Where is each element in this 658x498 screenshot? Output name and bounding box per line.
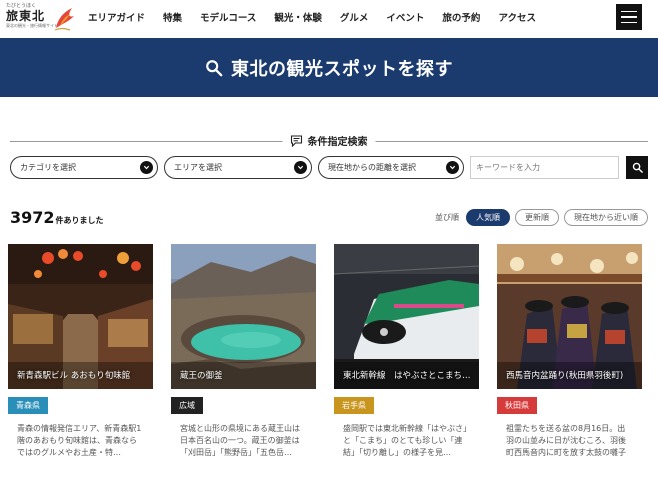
spot-description: 盛岡駅では東北新幹線「はやぶさ」と「こまち」のとても珍しい「連結」「切り離し」の… [343,424,467,457]
sort-popular-button[interactable]: 人気順 [466,208,510,226]
hero-banner: 東北の観光スポットを探す [0,38,658,97]
market-hall-photo [8,244,153,389]
sort-label: 並び順 [435,212,459,222]
site-logo[interactable]: たびとうほく 旅東北 東北の観光・旅行情報サイト [0,0,78,38]
phoenix-logo-icon [54,8,74,31]
spot-image[interactable]: 新青森駅ビル あおもり旬味館 [8,244,153,389]
spot-card[interactable]: 新青森駅ビル あおもり旬味館 青森県 青森の情報発信エリア、新青森駅1階のあおも… [8,244,153,459]
area-select-value: エリアを選択 [174,163,222,172]
prefecture-tag[interactable]: 青森県 [8,397,48,414]
spot-card-list: 新青森駅ビル あおもり旬味館 青森県 青森の情報発信エリア、新青森駅1階のあおも… [0,244,658,459]
spot-caption: 西馬音内盆踊り(秋田県羽後町) [506,371,624,381]
crater-lake-photo [171,244,316,389]
category-select[interactable]: カテゴリを選択 [10,156,158,179]
filter-section-header: 条件指定検索 [0,133,658,149]
spot-card[interactable]: 東北新幹線 はやぶさとこまち… 岩手県 盛岡駅では東北新幹線「はやぶさ」と「こま… [334,244,479,459]
spot-image[interactable]: 東北新幹線 はやぶさとこまち… [334,244,479,389]
chevron-down-icon [140,161,153,174]
filter-title: 条件指定検索 [282,133,376,148]
hamburger-line [621,10,637,13]
prefecture-tag[interactable]: 秋田県 [497,397,537,414]
nav-sightseeing[interactable]: 観光・体験 [265,0,331,38]
nav-model-course[interactable]: モデルコース [191,0,265,38]
sort-updated-button[interactable]: 更新順 [515,208,559,226]
filter-controls: カテゴリを選択 エリアを選択 現在地からの距離を選択 [0,156,658,179]
hamburger-line [621,16,637,18]
spot-image[interactable]: 蔵王の御釜 [171,244,316,389]
keyword-input[interactable] [470,156,619,179]
spot-description: 宮城と山形の県境にある蔵王山は日本百名山の一つ。蔵王の御釜は「刈田岳」「熊野岳」… [180,424,300,457]
spot-caption: 蔵王の御釜 [180,371,223,381]
page-title: 東北の観光スポットを探す [231,58,453,80]
distance-select[interactable]: 現在地からの距離を選択 [318,156,464,179]
result-count-suffix: 件ありました [55,215,104,225]
search-icon [206,59,223,76]
spot-description: 青森の情報発信エリア、新青森駅1階のあおもり旬味館は、青森ならではのグルメやお土… [17,424,142,457]
hamburger-line [621,21,637,24]
chevron-down-icon [446,161,459,174]
search-icon [632,162,643,173]
sort-nearby-button[interactable]: 現在地から近い順 [564,208,648,226]
global-nav: エリアガイド 特集 モデルコース 観光・体験 グルメ イベント 旅の予約 アクセ… [78,0,545,38]
hamburger-menu-button[interactable] [616,4,642,30]
spot-card[interactable]: 蔵王の御釜 広域 宮城と山形の県境にある蔵王山は日本百名山の一つ。蔵王の御釜は「… [171,244,316,459]
chevron-down-icon [294,161,307,174]
spot-card[interactable]: 西馬音内盆踊り(秋田県羽後町) 秋田県 祖霊たちを送る盆の8月16日。出羽の山並… [497,244,642,459]
nav-gourmet[interactable]: グルメ [331,0,378,38]
nav-area-guide[interactable]: エリアガイド [78,0,154,38]
spot-caption: 東北新幹線 はやぶさとこまち… [343,371,471,381]
shinkansen-photo [334,244,479,389]
results-bar: 3972 件ありました 並び順 人気順 更新順 現在地から近い順 [0,207,658,227]
region-tag[interactable]: 広域 [171,397,203,414]
search-button[interactable] [626,156,648,179]
spot-description: 祖霊たちを送る盆の8月16日。出羽の山並みに日が沈むころ、羽後町西馬音内に町を放… [506,424,626,457]
category-select-value: カテゴリを選択 [20,163,76,172]
result-count-number: 3972 [10,207,55,227]
site-header: たびとうほく 旅東北 東北の観光・旅行情報サイト エリアガイド 特集 モデルコー… [0,0,658,38]
bon-dance-photo [497,244,642,389]
area-select[interactable]: エリアを選択 [164,156,312,179]
spot-caption: 新青森駅ビル あおもり旬味館 [17,371,131,381]
result-count: 3972 件ありました [10,208,104,227]
prefecture-tag[interactable]: 岩手県 [334,397,374,414]
nav-booking[interactable]: 旅の予約 [433,0,489,38]
nav-feature[interactable]: 特集 [154,0,191,38]
nav-event[interactable]: イベント [377,0,433,38]
sort-controls: 並び順 人気順 更新順 現在地から近い順 [435,208,648,226]
chat-list-icon [290,134,303,147]
filter-title-text: 条件指定検索 [307,137,368,148]
distance-select-value: 現在地からの距離を選択 [328,163,416,172]
spot-image[interactable]: 西馬音内盆踊り(秋田県羽後町) [497,244,642,389]
nav-access[interactable]: アクセス [489,0,545,38]
